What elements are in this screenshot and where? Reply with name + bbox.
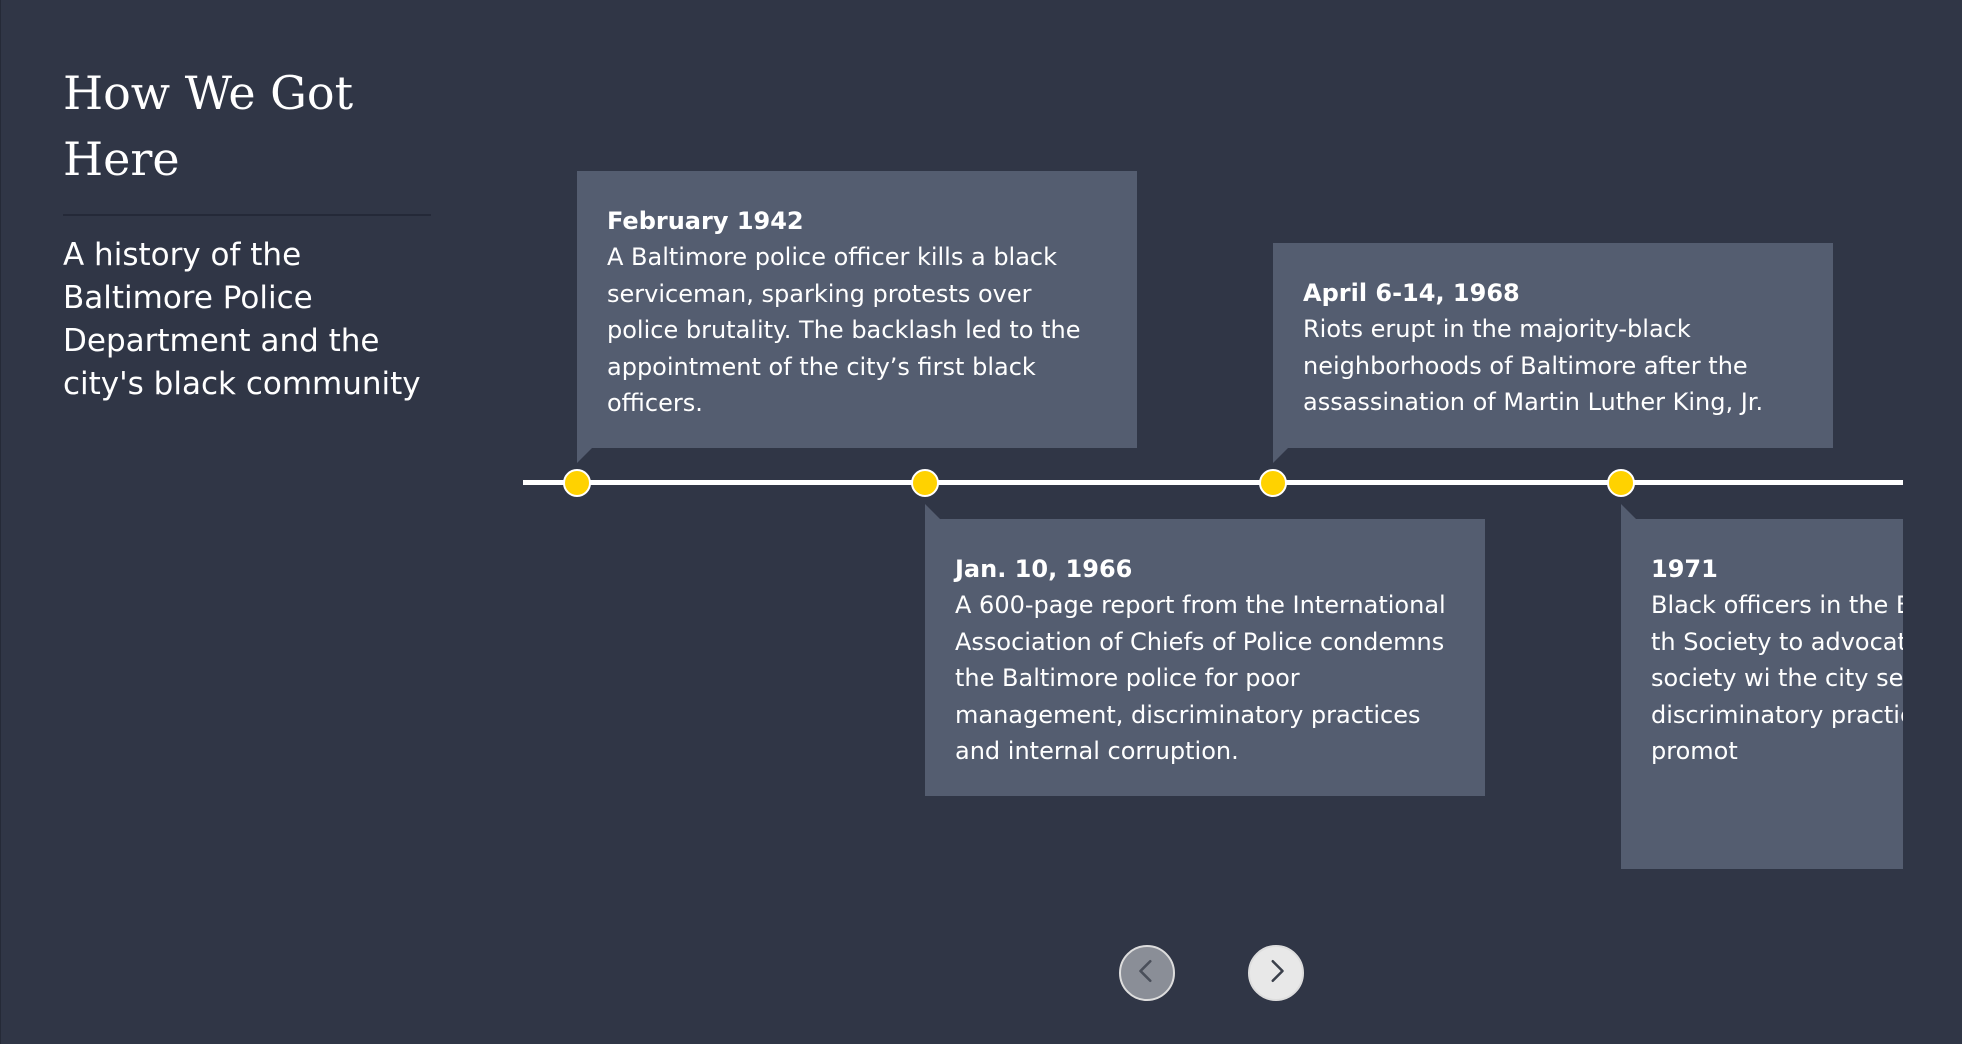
timeline-marker[interactable] bbox=[1607, 469, 1635, 497]
title-divider bbox=[63, 214, 431, 216]
timeline-axis bbox=[523, 480, 1903, 485]
timeline-marker[interactable] bbox=[911, 469, 939, 497]
timeline-page: How We Got Here A history of the Baltimo… bbox=[0, 0, 1962, 1044]
event-description: A 600-page report from the International… bbox=[955, 591, 1446, 765]
event-date: February 1942 bbox=[607, 207, 804, 235]
event-date: Jan. 10, 1966 bbox=[955, 555, 1133, 583]
timeline-event-card[interactable]: February 1942 A Baltimore police officer… bbox=[577, 171, 1137, 463]
timeline-event-card[interactable]: 1971 Black officers in the B Department … bbox=[1621, 504, 1903, 869]
previous-button[interactable] bbox=[1119, 945, 1175, 1001]
timeline-marker[interactable] bbox=[563, 469, 591, 497]
event-date: April 6-14, 1968 bbox=[1303, 279, 1520, 307]
event-description: A Baltimore police officer kills a black… bbox=[607, 243, 1081, 417]
event-description: Riots erupt in the majority-black neighb… bbox=[1303, 315, 1764, 416]
timeline-event-card[interactable]: April 6-14, 1968 Riots erupt in the majo… bbox=[1273, 243, 1833, 463]
next-button[interactable] bbox=[1248, 945, 1304, 1001]
event-description: Black officers in the B Department creat… bbox=[1651, 591, 1903, 765]
intro-panel: How We Got Here A history of the Baltimo… bbox=[63, 60, 433, 406]
timeline-marker[interactable] bbox=[1259, 469, 1287, 497]
event-date: 1971 bbox=[1651, 555, 1718, 583]
chevron-right-icon bbox=[1263, 958, 1289, 989]
page-title: How We Got Here bbox=[63, 66, 354, 186]
timeline: February 1942 A Baltimore police officer… bbox=[523, 0, 1903, 1044]
timeline-event-card[interactable]: Jan. 10, 1966 A 600-page report from the… bbox=[925, 504, 1485, 796]
page-subtitle: A history of the Baltimore Police Depart… bbox=[63, 237, 421, 402]
chevron-left-icon bbox=[1134, 958, 1160, 989]
